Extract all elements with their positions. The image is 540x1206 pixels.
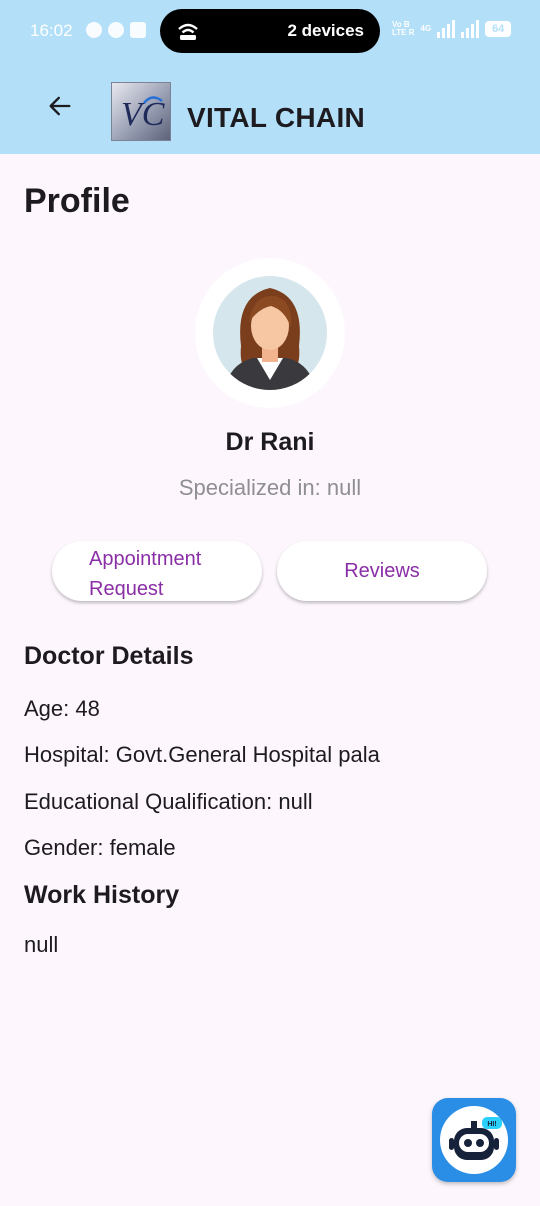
work-history-value: null	[24, 932, 59, 957]
signal-icon-2	[461, 20, 480, 38]
hospital-text: Hospital: Govt.General Hospital pala	[24, 742, 380, 767]
top-app-bar: 16:02 2 devices Vo B LTE R 4G 64 VC VITA…	[0, 0, 540, 154]
vital-chain-logo: VC	[111, 82, 171, 141]
svg-text:HI!: HI!	[487, 1121, 496, 1128]
device-pill[interactable]: 2 devices	[160, 9, 380, 53]
hotspot-icon	[178, 23, 198, 40]
qualification-text: Educational Qualification: null	[24, 789, 313, 814]
back-arrow-icon	[49, 96, 71, 116]
app-title: VITAL CHAIN	[187, 102, 366, 133]
page-title: Profile	[24, 182, 130, 220]
reviews-button[interactable]: Reviews	[277, 541, 487, 601]
chatbot-icon-container: HI!	[440, 1106, 508, 1174]
volte-indicator: Vo B LTE R	[392, 20, 415, 37]
signal-icon	[437, 20, 456, 38]
back-button[interactable]	[36, 84, 84, 128]
appointment-label-line2: Request	[89, 578, 164, 600]
svg-text:VC: VC	[121, 96, 165, 133]
doctor-avatar-image	[213, 276, 327, 390]
chatbot-button[interactable]: HI!	[432, 1098, 516, 1182]
specialization-text: Specialized in: null	[178, 475, 362, 500]
work-history-heading: Work History	[24, 881, 180, 909]
battery-icon: 64	[485, 21, 512, 37]
robot-icon: HI!	[449, 1117, 502, 1160]
sync-notification-icon	[108, 22, 124, 38]
network-type: 4G	[420, 24, 432, 33]
avatar	[195, 258, 345, 408]
status-time: 16:02	[30, 21, 73, 40]
notification-icons	[86, 22, 146, 38]
appointment-request-button[interactable]: Appointment Request	[52, 541, 262, 601]
appointment-label-line1: Appointment	[89, 548, 202, 570]
app-notification-icon	[130, 22, 146, 38]
age-text: Age: 48	[24, 696, 100, 721]
chat-notification-icon	[86, 22, 102, 38]
pill-label: 2 devices	[287, 21, 364, 40]
doctor-name: Dr Rani	[225, 428, 315, 456]
gender-text: Gender: female	[24, 835, 176, 860]
system-status-icons: Vo B LTE R 4G 64	[392, 20, 512, 38]
doctor-details-heading: Doctor Details	[24, 642, 194, 670]
